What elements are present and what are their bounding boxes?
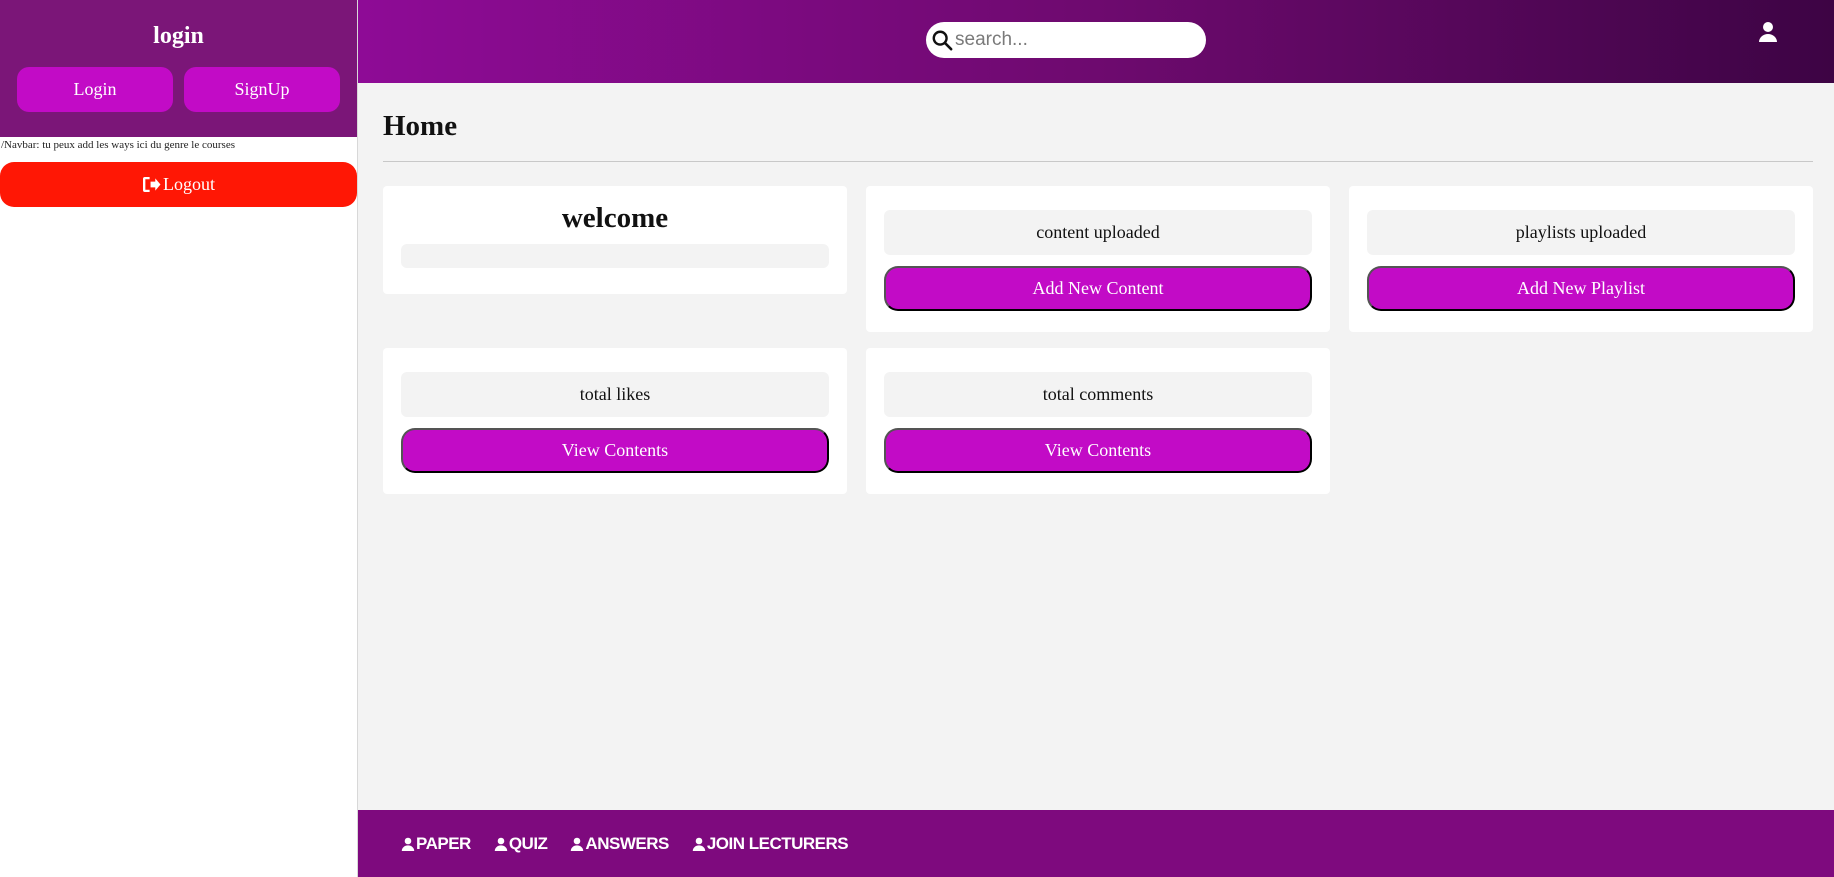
user-icon xyxy=(401,837,415,851)
user-icon xyxy=(494,837,508,851)
search-input[interactable] xyxy=(955,29,1195,51)
view-contents-button[interactable]: View Contents xyxy=(401,428,829,473)
logout-button[interactable]: Logout xyxy=(0,162,357,207)
welcome-placeholder xyxy=(401,244,829,268)
view-contents-button[interactable]: View Contents xyxy=(884,428,1312,473)
add-content-button[interactable]: Add New Content xyxy=(884,266,1312,311)
top-header xyxy=(358,0,1834,83)
title-divider xyxy=(383,161,1813,162)
footer-link-label: JOIN LECTURERS xyxy=(706,833,849,853)
content-stat: content uploaded xyxy=(884,210,1312,255)
footer-nav: PAPER QUIZ ANSWERS JOIN LECTURERS xyxy=(358,810,1834,877)
footer-link-join-lecturers[interactable]: JOIN LECTURERS xyxy=(692,833,849,854)
sidebar: login Login SignUp /Navbar: tu peux add … xyxy=(0,0,358,877)
logout-icon xyxy=(143,176,161,193)
footer-link-label: PAPER xyxy=(416,833,471,853)
comments-stat: total comments xyxy=(884,372,1312,417)
login-button[interactable]: Login xyxy=(17,67,173,112)
main-content: Home welcome content uploaded Add New Co… xyxy=(358,83,1834,810)
footer-link-label: QUIZ xyxy=(508,833,548,853)
sidebar-note: /Navbar: tu peux add les ways ici du gen… xyxy=(1,139,235,151)
content-card: content uploaded Add New Content xyxy=(866,186,1330,332)
add-playlist-button[interactable]: Add New Playlist xyxy=(1367,266,1795,311)
playlists-stat: playlists uploaded xyxy=(1367,210,1795,255)
user-icon[interactable] xyxy=(1758,21,1778,43)
likes-card: total likes View Contents xyxy=(383,348,847,494)
user-icon xyxy=(571,837,584,851)
footer-link-paper[interactable]: PAPER xyxy=(401,834,471,854)
footer-link-quiz[interactable]: QUIZ xyxy=(494,834,548,854)
sidebar-header: login Login SignUp xyxy=(0,0,357,137)
page-title: Home xyxy=(383,110,458,142)
playlists-card: playlists uploaded Add New Playlist xyxy=(1349,186,1813,332)
sidebar-title: login xyxy=(153,23,204,49)
user-icon xyxy=(692,837,706,851)
footer-link-answers[interactable]: ANSWERS xyxy=(570,833,669,854)
welcome-card: welcome xyxy=(383,186,847,294)
welcome-title: welcome xyxy=(561,202,669,234)
search-icon xyxy=(932,30,953,51)
auth-buttons: Login SignUp xyxy=(0,67,357,112)
search-bar[interactable] xyxy=(926,22,1206,58)
footer-link-label: ANSWERS xyxy=(585,833,669,853)
likes-stat: total likes xyxy=(401,372,829,417)
comments-card: total comments View Contents xyxy=(866,348,1330,494)
logout-label: Logout xyxy=(163,174,215,194)
signup-button[interactable]: SignUp xyxy=(184,67,340,112)
